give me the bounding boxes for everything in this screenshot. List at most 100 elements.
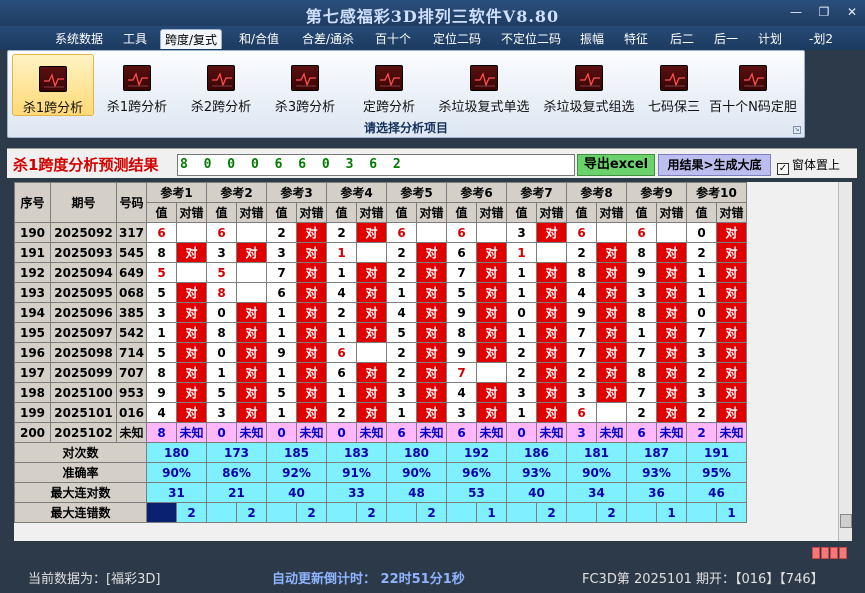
ribbon-expand-icon[interactable]: ↘ [793, 126, 801, 134]
menu-item-12[interactable]: 计划 [750, 29, 790, 49]
table-row[interactable]: 194 2025096 385 3 对 0 对 1 对 2 对 4 对 9 对 0 对 9 对 8 对 0 对 [14, 302, 747, 323]
table-row[interactable]: 200 2025102 未知 8 未知 0 未知 0 未知 0 未知 6 未知 6 未知 0 未知 3 未知 6 未知 2… [14, 422, 747, 443]
vertical-scrollbar[interactable] [838, 182, 852, 541]
row-seq: 198 [14, 382, 51, 403]
ref-value-cell: 8 [626, 302, 657, 323]
generate-base-button[interactable]: 用结果>生成大底 [658, 154, 771, 176]
stats-value: 173 [206, 442, 267, 463]
ref-mark-cell: 对 [656, 302, 687, 323]
scrollbar-thumb[interactable] [840, 514, 852, 528]
ref-value-cell: 4 [386, 302, 417, 323]
ref-mark-cell: 对 [716, 282, 747, 303]
ref-mark-cell: 对 [416, 262, 447, 283]
close-icon[interactable]: ✕ [842, 4, 862, 20]
ref-value-cell: 5 [386, 322, 417, 343]
ref-value-cell: 3 [506, 222, 537, 243]
result-output-field[interactable]: 8 0 0 0 6 6 0 3 6 2 [177, 154, 575, 176]
ref-mark-cell: 对 [716, 362, 747, 383]
menu-item-11[interactable]: 后一 [706, 29, 746, 49]
ref-mark-cell [176, 262, 207, 283]
stats-row: 准确率 90% 86% 92% 91% 90% 96% 93% 90% 93% 95% [14, 462, 747, 483]
ref-mark-cell: 对 [476, 282, 507, 303]
stats-value: 90% [566, 462, 627, 483]
menu-bar: 系统数据 工具 跨度/复式 和/合值 合差/通杀 百十个 定位二码 不定位二码 振幅 特征 后二 后一… [0, 26, 865, 50]
ref-value-cell: 3 [266, 242, 297, 263]
ref-mark-cell: 对 [536, 342, 567, 363]
ref-value-cell: 5 [206, 262, 237, 283]
checkbox-icon[interactable]: ✓ [777, 163, 789, 175]
ref-mark-cell [536, 242, 567, 263]
col-header-ref: 参考2 [206, 182, 267, 203]
table-row[interactable]: 199 2025101 016 4 对 3 对 1 对 2 对 1 对 3 对 1 对 6 2 对 2 对 [14, 402, 747, 423]
menu-item-7[interactable]: 不定位二码 [496, 29, 566, 49]
export-excel-button[interactable]: 导出excel [577, 154, 655, 176]
row-seq: 196 [14, 342, 51, 363]
ref-value-cell: 9 [626, 262, 657, 283]
menu-item-10[interactable]: 后二 [662, 29, 702, 49]
ref-mark-cell [356, 242, 387, 263]
stats-label: 准确率 [14, 462, 147, 483]
stats-value: 2 [296, 502, 327, 523]
ref-mark-cell: 对 [416, 282, 447, 303]
table-row[interactable]: 197 2025099 707 8 对 1 对 1 对 6 对 2 对 7 2 对 2 对 8 对 2 对 [14, 362, 747, 383]
menu-item-2[interactable]: 跨度/复式 [160, 29, 222, 49]
ref-mark-cell: 对 [716, 382, 747, 403]
ref-mark-cell [236, 262, 267, 283]
ref-mark-cell: 对 [416, 302, 447, 323]
ref-value-cell: 6 [326, 342, 357, 363]
menu-item-9[interactable]: 特征 [616, 29, 656, 49]
sub-header-value: 值 [446, 202, 477, 223]
table-row[interactable]: 195 2025097 542 1 对 8 对 1 对 1 对 5 对 8 对 1 对 7 对 1 对 7 对 [14, 322, 747, 343]
col-header-ref: 参考9 [626, 182, 687, 203]
menu-item-4[interactable]: 合差/通杀 [296, 29, 360, 49]
row-seq: 194 [14, 302, 51, 323]
ref-value-cell: 8 [566, 262, 597, 283]
restore-icon[interactable]: ❐ [814, 4, 834, 20]
topmost-checkbox[interactable]: ✓ 窗体置上 [777, 156, 840, 175]
ref-value-cell: 9 [566, 302, 597, 323]
ref-mark-cell: 对 [356, 262, 387, 283]
ribbon-button-2[interactable]: 杀2跨分析 [180, 54, 262, 116]
ribbon-button-7[interactable]: 七码保三 [642, 54, 706, 116]
table-row[interactable]: 192 2025094 649 5 5 7 对 1 对 2 对 7 对 1 对 8 对 9 对 1 对 [14, 262, 747, 283]
menu-item-0[interactable]: 系统数据 [46, 29, 112, 49]
row-period: 2025094 [50, 262, 117, 283]
ref-value-cell: 2 [506, 362, 537, 383]
ribbon-button-4[interactable]: 定跨分析 [348, 54, 430, 116]
ribbon-button-5[interactable]: 杀垃圾复式单选 [432, 54, 536, 116]
menu-item-13[interactable]: -划2 [806, 29, 836, 49]
menu-item-6[interactable]: 定位二码 [426, 29, 488, 49]
menu-item-3[interactable]: 和/合值 [234, 29, 284, 49]
ref-value-cell: 5 [266, 382, 297, 403]
menu-item-5[interactable]: 百十个 [370, 29, 416, 49]
row-seq: 192 [14, 262, 51, 283]
ref-mark-cell: 对 [716, 342, 747, 363]
ref-mark-cell: 对 [176, 402, 207, 423]
ribbon-button-0[interactable]: 杀1跨分析 [12, 54, 94, 116]
ref-value-cell: 4 [566, 282, 597, 303]
stats-spacer [326, 502, 357, 523]
menu-item-8[interactable]: 振幅 [572, 29, 612, 49]
ref-unknown-cell: 未知 [476, 422, 507, 443]
row-code: 545 [116, 242, 147, 263]
table-row[interactable]: 193 2025095 068 5 对 8 6 对 4 对 1 对 5 对 1 对 4 对 3 对 1 对 [14, 282, 747, 303]
stats-value: 92% [266, 462, 327, 483]
menu-item-1[interactable]: 工具 [116, 29, 154, 49]
ref-mark-cell: 对 [236, 362, 267, 383]
ribbon-button-1[interactable]: 杀1跨分析 [96, 54, 178, 116]
draw-info-status: FC3D第 2025101 期开：【016】【746】 [582, 572, 824, 587]
table-row[interactable]: 190 2025092 317 6 6 2 对 2 对 6 6 3 对 6 6 0 对 [14, 222, 747, 243]
ribbon-button-3[interactable]: 杀3跨分析 [264, 54, 346, 116]
ref-value-cell: 3 [446, 402, 477, 423]
row-code: 714 [116, 342, 147, 363]
chart-icon [207, 65, 235, 91]
table-row[interactable]: 191 2025093 545 8 对 3 对 3 对 1 2 对 6 对 1 2 对 8 对 2 对 [14, 242, 747, 263]
ref-mark-cell: 对 [296, 222, 327, 243]
minimize-icon[interactable]: — [786, 4, 806, 20]
table-row[interactable]: 196 2025098 714 5 对 0 对 9 对 6 2 对 9 对 2 对 7 对 7 对 3 对 [14, 342, 747, 363]
table-row[interactable]: 198 2025100 953 9 对 5 对 5 对 1 对 3 对 4 对 3 对 3 对 7 对 3 对 [14, 382, 747, 403]
ref-mark-cell: 对 [416, 342, 447, 363]
ribbon-button-8[interactable]: 百十个N码定胆 [708, 54, 798, 116]
ribbon-button-6[interactable]: 杀垃圾复式组选 [538, 54, 640, 116]
ref-mark-cell [596, 402, 627, 423]
